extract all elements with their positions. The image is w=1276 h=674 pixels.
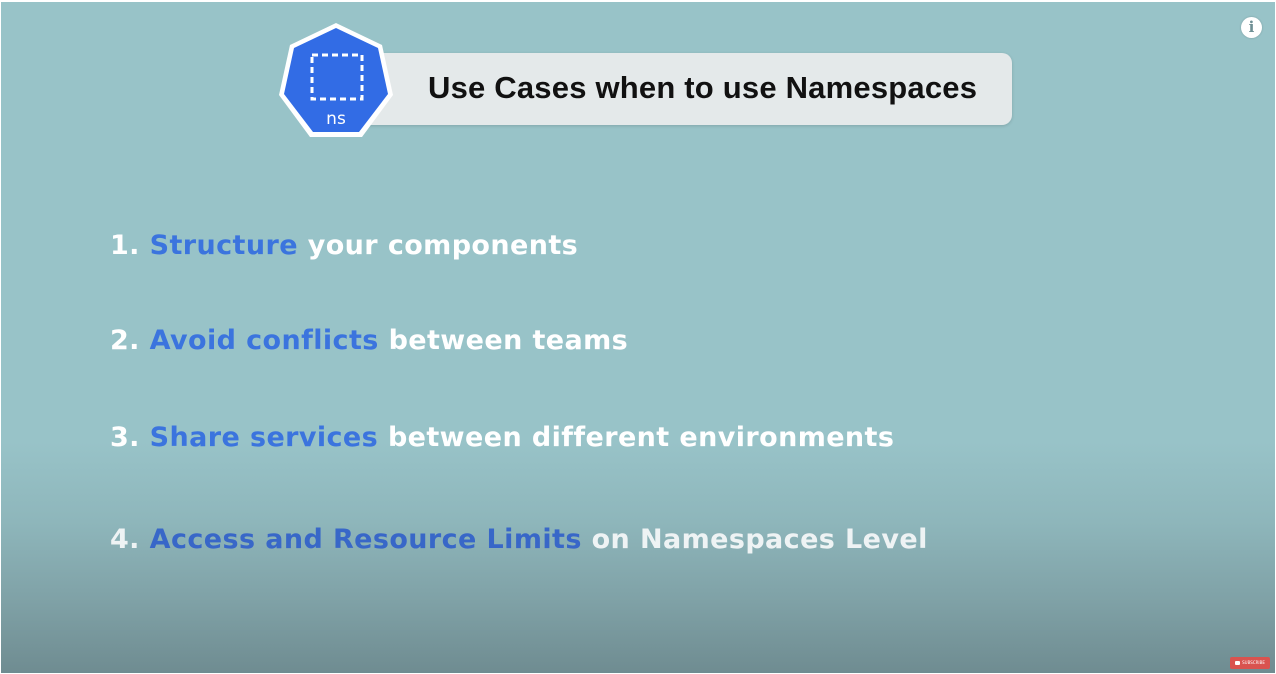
use-case-item: 3. Share services between different envi… (110, 422, 894, 453)
use-case-item: 2. Avoid conflicts between teams (110, 325, 628, 356)
play-icon (1235, 661, 1241, 665)
use-case-number: 4. (110, 524, 140, 555)
subscribe-button[interactable]: SUBSCRIBE (1230, 657, 1270, 669)
use-case-number: 3. (110, 422, 140, 453)
use-case-item: 4. Access and Resource Limits on Namespa… (110, 524, 928, 555)
use-case-text: between different environments (387, 422, 895, 453)
badge-label: ns (326, 109, 346, 129)
use-case-text: between teams (388, 325, 629, 356)
use-case-highlight: Structure (149, 230, 298, 261)
use-case-highlight: Avoid conflicts (149, 325, 379, 356)
use-case-text: your components (307, 230, 579, 261)
use-case-highlight: Access and Resource Limits (149, 524, 582, 555)
video-frame: Use Cases when to use Namespaces ns 1. S… (1, 2, 1275, 673)
namespace-heptagon-icon: ns (279, 23, 393, 137)
subscribe-label: SUBSCRIBE (1242, 660, 1265, 665)
use-case-number: 1. (110, 230, 140, 261)
info-icon[interactable]: i (1241, 17, 1262, 38)
use-case-number: 2. (110, 325, 140, 356)
use-case-item: 1. Structure your components (110, 230, 578, 261)
use-case-text: on Namespaces Level (591, 524, 928, 555)
slide-title: Use Cases when to use Namespaces (428, 70, 978, 105)
use-case-highlight: Share services (149, 422, 379, 453)
